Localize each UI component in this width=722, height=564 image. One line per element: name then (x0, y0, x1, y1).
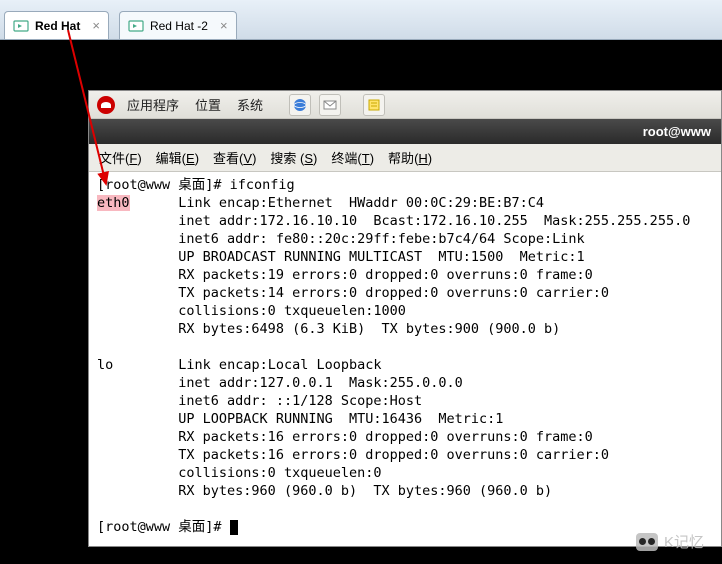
menu-help[interactable]: 帮助(H) (388, 148, 432, 167)
eth0-line: UP BROADCAST RUNNING MULTICAST MTU:1500 … (178, 249, 584, 265)
menu-file[interactable]: 文件(F) (99, 148, 142, 167)
gnome-panel: 应用程序 位置 系统 (89, 91, 721, 119)
window-title: root@www (643, 124, 711, 139)
eth0-highlight: eth0 (97, 195, 130, 211)
terminal-output[interactable]: [root@www 桌面]# ifconfig eth0 Link encap:… (89, 172, 721, 546)
eth0-line: inet6 addr: fe80::20c:29ff:febe:b7c4/64 … (178, 231, 584, 247)
browser-icon[interactable] (289, 94, 311, 116)
outer-tab-label: Red Hat -2 (150, 19, 208, 33)
vm-icon (13, 18, 29, 34)
lo-line: UP LOOPBACK RUNNING MTU:16436 Metric:1 (178, 411, 503, 427)
menu-search[interactable]: 搜索 (S) (270, 148, 317, 167)
watermark-text: K记忆 (664, 531, 704, 552)
terminal-cursor (230, 520, 238, 535)
lo-line: inet6 addr: ::1/128 Scope:Host (178, 393, 422, 409)
lo-line: Link encap:Local Loopback (178, 357, 381, 373)
lo-line: RX bytes:960 (960.0 b) TX bytes:960 (960… (178, 483, 552, 499)
notes-icon[interactable] (363, 94, 385, 116)
watermark: K记忆 (636, 531, 704, 552)
lo-label: lo (97, 357, 113, 373)
outer-tab-bar: Red Hat × Red Hat -2 × (0, 0, 722, 40)
menubar: 文件(F) 编辑(E) 查看(V) 搜索 (S) 终端(T) 帮助(H) (89, 144, 721, 172)
redhat-logo-icon (97, 96, 115, 114)
lo-line: RX packets:16 errors:0 dropped:0 overrun… (178, 429, 593, 445)
panel-places[interactable]: 位置 (191, 93, 225, 116)
vm-icon (128, 18, 144, 34)
mail-icon[interactable] (319, 94, 341, 116)
outer-tab-redhat-2[interactable]: Red Hat -2 × (119, 11, 237, 39)
lo-line: inet addr:127.0.0.1 Mask:255.0.0.0 (178, 375, 462, 391)
terminal-window: 应用程序 位置 系统 root@www 文件(F) 编辑(E) 查看(V) 搜索… (88, 90, 722, 547)
close-icon[interactable]: × (220, 18, 228, 33)
lo-line: collisions:0 txqueuelen:0 (178, 465, 381, 481)
outer-tab-redhat-1[interactable]: Red Hat × (4, 11, 109, 39)
eth0-line: RX bytes:6498 (6.3 KiB) TX bytes:900 (90… (178, 321, 560, 337)
menu-edit[interactable]: 编辑(E) (156, 148, 199, 167)
lo-line: TX packets:16 errors:0 dropped:0 overrun… (178, 447, 609, 463)
desktop-background: 应用程序 位置 系统 root@www 文件(F) 编辑(E) 查看(V) 搜索… (0, 40, 722, 564)
panel-system[interactable]: 系统 (233, 93, 267, 116)
prompt-line: [root@www 桌面]# (97, 519, 230, 535)
panel-applications[interactable]: 应用程序 (123, 93, 183, 116)
eth0-line: Link encap:Ethernet HWaddr 00:0C:29:BE:B… (178, 195, 544, 211)
outer-tab-label: Red Hat (35, 19, 80, 33)
eth0-line: collisions:0 txqueuelen:1000 (178, 303, 406, 319)
prompt-line: [root@www 桌面]# ifconfig (97, 177, 295, 193)
window-titlebar[interactable]: root@www (89, 119, 721, 144)
eth0-line: RX packets:19 errors:0 dropped:0 overrun… (178, 267, 593, 283)
eth0-line: TX packets:14 errors:0 dropped:0 overrun… (178, 285, 609, 301)
menu-view[interactable]: 查看(V) (213, 148, 256, 167)
menu-terminal[interactable]: 终端(T) (331, 148, 374, 167)
eth0-line: inet addr:172.16.10.10 Bcast:172.16.10.2… (178, 213, 690, 229)
close-icon[interactable]: × (92, 18, 100, 33)
wechat-icon (636, 533, 658, 551)
